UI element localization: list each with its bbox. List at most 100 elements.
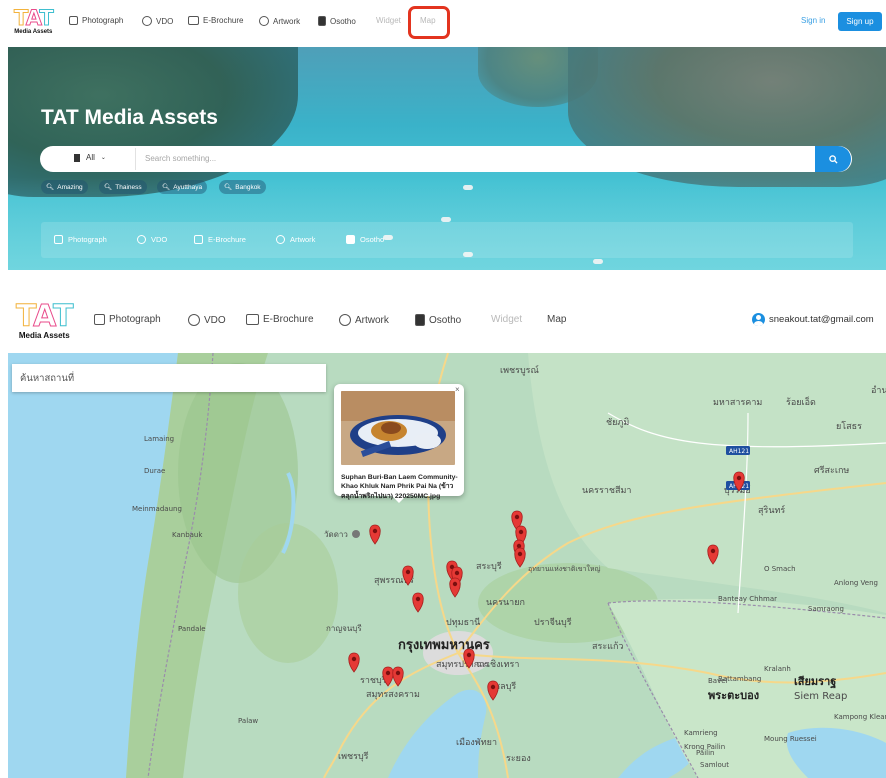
hero-search-input[interactable] — [145, 151, 805, 166]
play-circle-icon — [142, 16, 152, 26]
nav-label: Widget — [376, 16, 401, 25]
nav-widget[interactable]: Widget — [376, 16, 401, 25]
document-icon — [415, 314, 425, 326]
map-pin[interactable] — [514, 547, 526, 568]
cat-label: Artwork — [290, 235, 316, 244]
nav-photograph[interactable]: Photograph — [94, 314, 161, 325]
map-place-label: เสียมราฐ — [794, 675, 836, 689]
logo-subtitle: Media Assets — [14, 29, 53, 35]
map-place-label: สุรินทร์ — [758, 504, 785, 516]
nav-label: E-Brochure — [203, 16, 244, 25]
map-pin[interactable] — [412, 592, 424, 613]
nav-vdo[interactable]: VDO — [188, 314, 226, 326]
map-place-label: สระแก้ว — [592, 641, 623, 652]
tag-chip-thainess[interactable]: 🔍︎ Thainess — [99, 180, 147, 194]
popup-caption: Suphan Buri-Ban Laem Community-Khao Khlu… — [341, 474, 458, 500]
document-icon — [346, 235, 355, 244]
map-place-label: ยโสธร — [836, 421, 862, 432]
nav-artwork[interactable]: Artwork — [339, 314, 389, 326]
hero-cat-artwork[interactable]: Artwork — [276, 235, 315, 244]
tag-chip-bangkok[interactable]: 🔍︎ Bangkok — [219, 180, 266, 194]
nav-vdo[interactable]: VDO — [142, 16, 173, 26]
map-place-label: Moung Ruessei — [764, 735, 817, 743]
tag-label: Ayutthaya — [173, 183, 203, 191]
sign-up-button[interactable]: Sign up — [838, 12, 882, 31]
search-icon: 🔍︎ — [224, 184, 233, 191]
map-place-label: Krong Pailin — [684, 743, 725, 751]
map-pin[interactable] — [449, 577, 461, 598]
map-place-label: Palaw — [238, 717, 258, 725]
logo-subtitle: Media Assets — [18, 331, 70, 340]
map-place-label: Samlout — [700, 761, 729, 769]
map-place-label: ชัยภูมิ — [606, 417, 629, 428]
map-place-label: O Smach — [764, 565, 796, 573]
nav-osotho[interactable]: Osotho — [318, 16, 356, 26]
tat-logo[interactable]: TAT Media Assets — [14, 7, 55, 35]
nav-label: E-Brochure — [263, 314, 314, 325]
site-header: TAT Media Assets Photograph VDO E-Brochu… — [0, 0, 886, 46]
map-pin[interactable] — [369, 524, 381, 545]
map-place-label: เพชรบูรณ์ — [500, 364, 539, 376]
map-place-label: สมุทรปราการ — [436, 660, 489, 670]
tag-label: Bangkok — [235, 183, 261, 191]
play-circle-icon — [188, 314, 200, 326]
hero-search-button[interactable] — [815, 146, 851, 172]
nav-photograph[interactable]: Photograph — [69, 16, 123, 25]
road-badge-label: AH121 — [729, 448, 749, 455]
map-place-label: ระยอง — [506, 754, 531, 764]
tat-logo[interactable]: TAT Media Assets — [15, 301, 74, 340]
palette-icon — [259, 16, 269, 26]
map-place-label: Kampong Kleang — [834, 713, 886, 721]
user-avatar-icon — [752, 313, 765, 326]
nav-label: Photograph — [82, 16, 124, 25]
nav-e-brochure[interactable]: E-Brochure — [246, 314, 314, 325]
photo-icon — [69, 16, 78, 25]
search-icon: 🔍︎ — [104, 184, 113, 191]
category-select[interactable]: All ⌄ — [74, 153, 106, 162]
map-highlight-annotation — [408, 6, 450, 39]
book-icon — [246, 314, 259, 325]
map-pin[interactable] — [487, 680, 499, 701]
hero-cat-vdo[interactable]: VDO — [137, 235, 167, 244]
nav-label: Map — [547, 314, 567, 325]
map-place-label: Kanbauk — [172, 531, 203, 539]
nav-osotho[interactable]: Osotho — [415, 314, 461, 326]
tag-chip-amazing[interactable]: 🔍︎ Amazing — [41, 180, 88, 194]
nav-e-brochure[interactable]: E-Brochure — [188, 16, 243, 25]
user-account[interactable]: sneakout.tat@gmail.com — [752, 313, 874, 326]
nav-widget[interactable]: Widget — [491, 314, 522, 325]
map-place-label: Anlong Veng — [834, 579, 878, 587]
map-place-label: Banteay Chhmar — [718, 595, 777, 603]
cat-label: VDO — [151, 235, 168, 244]
palette-icon — [339, 314, 351, 326]
hero-cat-osotho[interactable]: Osotho — [346, 235, 384, 244]
map-place-label: Pandale — [178, 625, 206, 633]
map-place-label: Durae — [144, 467, 165, 475]
search-divider — [135, 148, 136, 170]
popup-photo-thumbnail[interactable] — [341, 391, 455, 465]
place-marker-icon[interactable] — [352, 530, 360, 538]
book-icon — [188, 16, 199, 25]
cat-label: Osotho — [360, 235, 385, 244]
nav-artwork[interactable]: Artwork — [259, 16, 300, 26]
photo-icon — [94, 314, 105, 325]
map-pin[interactable] — [392, 666, 404, 687]
popup-close-button[interactable]: × — [455, 385, 460, 394]
hero-cat-photograph[interactable]: Photograph — [54, 235, 107, 244]
tag-label: Thainess — [115, 183, 142, 191]
sign-in-link[interactable]: Sign in — [801, 16, 825, 25]
nav-label: Osotho — [429, 314, 462, 326]
map-pin[interactable] — [348, 652, 360, 673]
hero-cat-e-brochure[interactable]: E-Brochure — [194, 235, 246, 244]
hero-title: TAT Media Assets — [41, 106, 218, 129]
map-place-label: สระบุรี — [476, 561, 502, 572]
nav-map[interactable]: Map — [547, 314, 566, 325]
tag-chip-ayutthaya[interactable]: 🔍︎ Ayutthaya — [157, 180, 208, 194]
map-place-label: นครนายก — [486, 598, 525, 608]
map-search-input[interactable] — [12, 364, 326, 392]
play-circle-icon — [137, 235, 146, 244]
cat-label: E-Brochure — [208, 235, 246, 244]
map-place-label: เพชรบุรี — [338, 751, 369, 762]
cat-label: Photograph — [68, 235, 107, 244]
search-icon — [828, 154, 838, 164]
